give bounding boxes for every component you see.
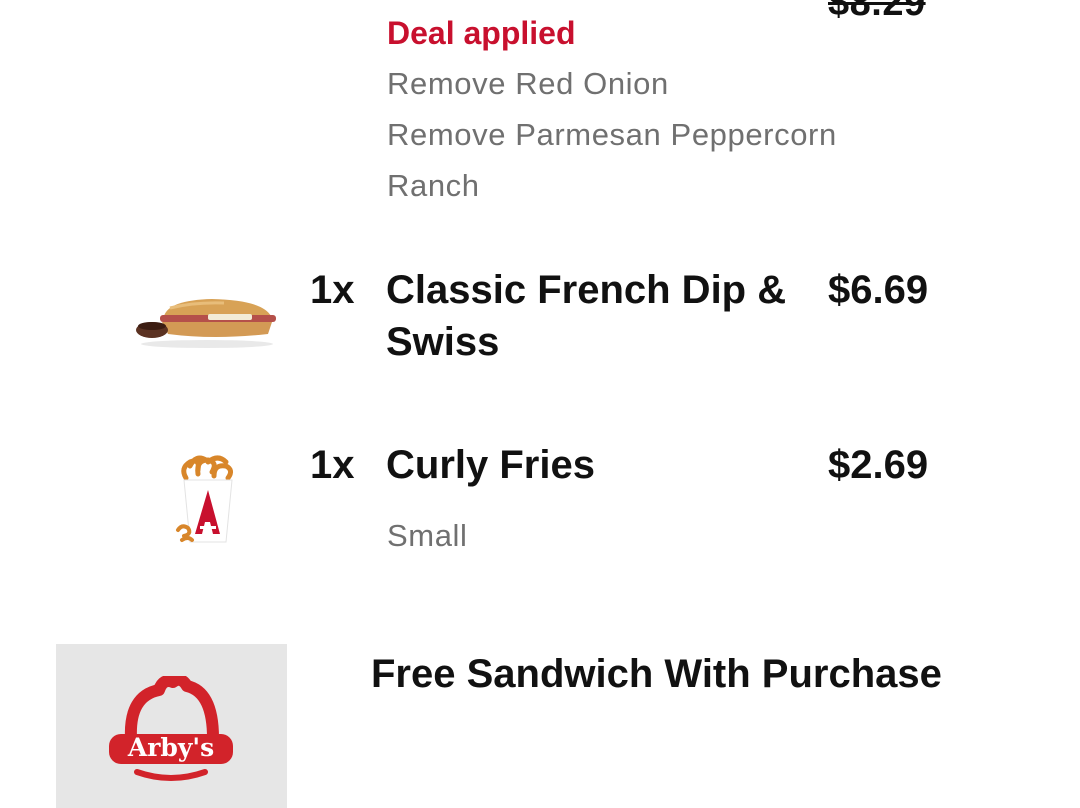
modifier-ranch: Ranch [387, 168, 480, 203]
item-price: $6.69 [828, 268, 929, 312]
item-name: Classic French Dip & Swiss [386, 268, 787, 364]
modifier-remove-red-onion: Remove Red Onion [387, 66, 669, 101]
item-modifier: Small [387, 518, 468, 553]
item-quantity: 1x [310, 268, 355, 312]
curly-fries-image [176, 455, 234, 543]
cart-item-french-dip[interactable]: 1x Classic French Dip & Swiss $6.69 [0, 250, 1080, 380]
original-price: $8.29 [828, 0, 926, 24]
item-name: Curly Fries [386, 443, 595, 487]
french-dip-sandwich-image [136, 299, 276, 348]
item-quantity: 1x [310, 443, 355, 487]
deal-applied-label: Deal applied [387, 15, 576, 51]
arbys-logo: Arby's [109, 676, 233, 781]
arbys-logo-text: Arby's [127, 733, 214, 762]
promo-title[interactable]: Free Sandwich With Purchase [371, 652, 942, 697]
item-price: $2.69 [828, 443, 929, 487]
modifier-remove-parmesan: Remove Parmesan Peppercorn [387, 117, 837, 152]
cart-item-curly-fries[interactable]: 1x Curly Fries $2.69 Small [0, 430, 1080, 570]
promo-image[interactable]: Arby's [56, 644, 287, 808]
